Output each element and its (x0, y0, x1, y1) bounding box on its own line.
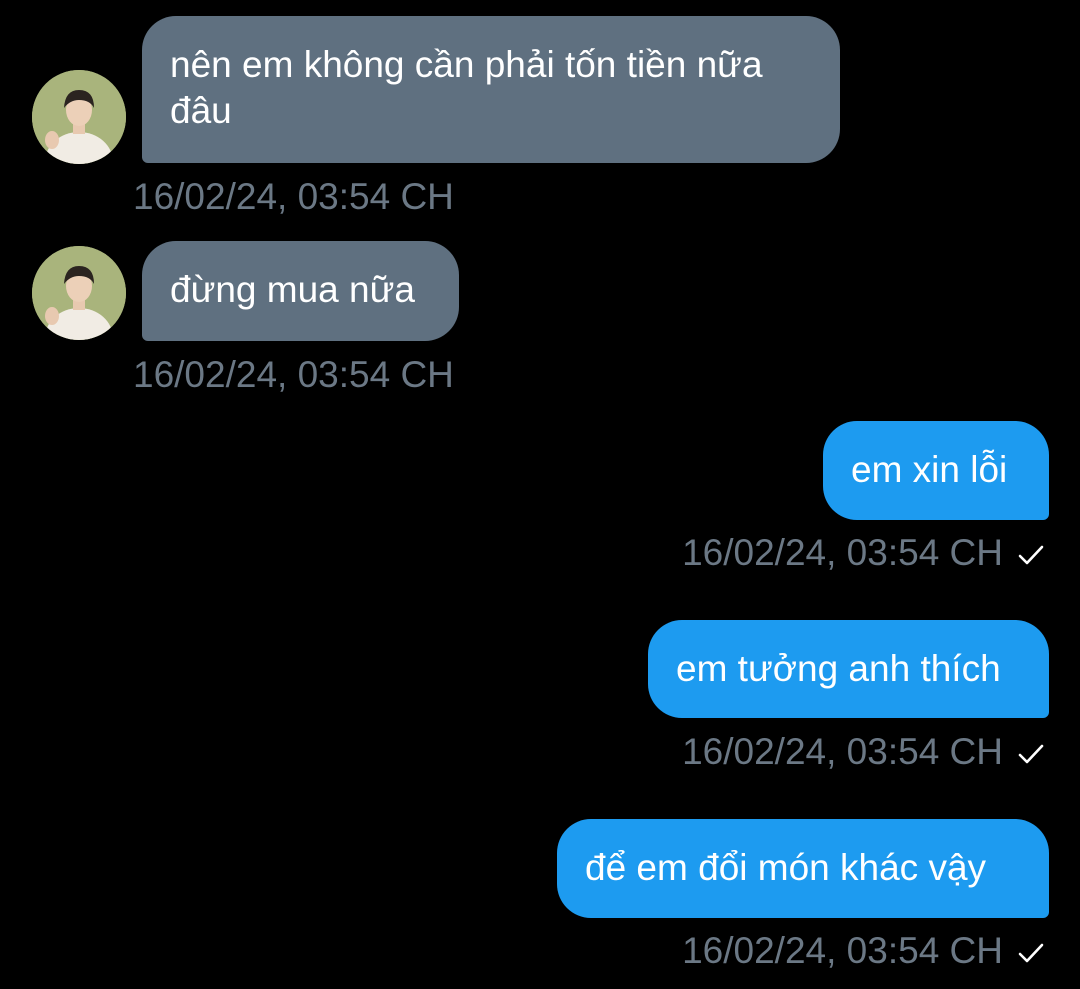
message-status-row: 16/02/24, 03:54 CH (682, 929, 1045, 975)
message-text: đừng mua nữa (170, 269, 415, 310)
message-timestamp: 16/02/24, 03:54 CH (133, 176, 454, 217)
message-bubble[interactable]: em tưởng anh thích (648, 620, 1049, 718)
message-bubble[interactable]: nên em không cần phải tốn tiền nữa đâu (142, 16, 840, 163)
message-timestamp: 16/02/24, 03:54 CH (682, 532, 1003, 573)
message-text: em xin lỗi (851, 449, 1008, 490)
check-icon (1017, 732, 1045, 776)
message-text: để em đổi món khác vậy (585, 847, 987, 888)
avatar[interactable] (32, 70, 126, 164)
avatar-image (32, 70, 126, 164)
message-status-row: 16/02/24, 03:54 CH (682, 531, 1045, 577)
message-timestamp: 16/02/24, 03:54 CH (682, 731, 1003, 772)
message-bubble[interactable]: em xin lỗi (823, 421, 1049, 520)
check-icon (1017, 931, 1045, 975)
check-icon (1017, 533, 1045, 577)
message-timestamp: 16/02/24, 03:54 CH (682, 930, 1003, 971)
message-bubble[interactable]: đừng mua nữa (142, 241, 459, 341)
avatar[interactable] (32, 246, 126, 340)
message-status-row: 16/02/24, 03:54 CH (682, 730, 1045, 776)
message-bubble[interactable]: để em đổi món khác vậy (557, 819, 1049, 918)
avatar-image (32, 246, 126, 340)
message-text: em tưởng anh thích (676, 648, 1001, 689)
message-timestamp: 16/02/24, 03:54 CH (133, 354, 454, 395)
message-text: nên em không cần phải tốn tiền nữa đâu (170, 44, 763, 131)
